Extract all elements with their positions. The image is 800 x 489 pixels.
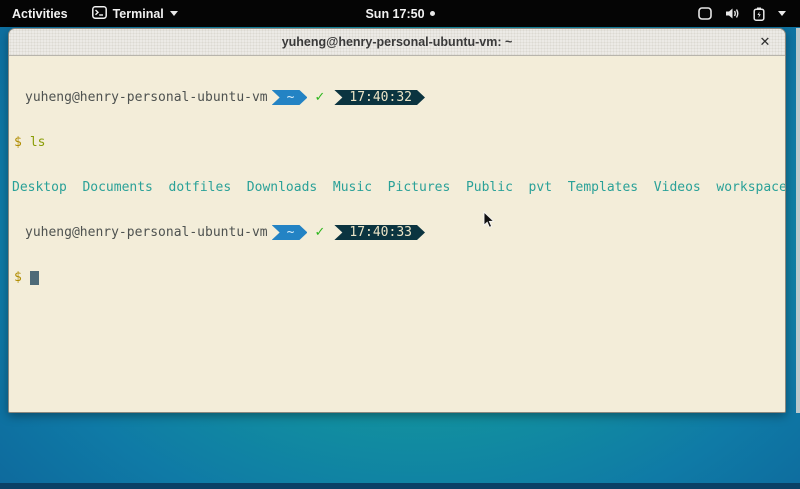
notification-dot bbox=[430, 11, 435, 16]
prompt-symbol: $ bbox=[14, 270, 22, 285]
background-window-edge bbox=[796, 28, 800, 413]
terminal-icon bbox=[92, 6, 107, 22]
chevron-down-icon bbox=[778, 11, 786, 16]
command-line: $ ls bbox=[12, 135, 782, 150]
prompt-time: 17:40:33 bbox=[349, 225, 412, 240]
prompt-user-host: yuheng@henry-personal-ubuntu-vm bbox=[12, 90, 268, 105]
app-menu-terminal[interactable]: Terminal bbox=[80, 0, 190, 27]
desktop-bottom-band bbox=[0, 483, 800, 489]
input-line: $ bbox=[12, 270, 782, 285]
prompt-user-host: yuheng@henry-personal-ubuntu-vm bbox=[12, 225, 268, 240]
top-bar: Activities Terminal Sun 17:50 bbox=[0, 0, 800, 27]
prompt-time-segment: 17:40:33 bbox=[334, 225, 425, 240]
clock[interactable]: Sun 17:50 bbox=[365, 7, 424, 21]
prompt-path-segment: ~ bbox=[272, 225, 308, 240]
prompt-time-segment: 17:40:32 bbox=[334, 90, 425, 105]
chevron-down-icon bbox=[170, 11, 178, 16]
window-titlebar[interactable]: yuheng@henry-personal-ubuntu-vm: ~ ✕ bbox=[9, 29, 785, 56]
system-status-area[interactable] bbox=[684, 0, 800, 27]
activities-button[interactable]: Activities bbox=[0, 0, 80, 27]
window-title: yuheng@henry-personal-ubuntu-vm: ~ bbox=[282, 35, 513, 49]
battery-charging-icon bbox=[753, 7, 765, 21]
prompt-status-check-icon: ✓ bbox=[314, 225, 325, 240]
terminal-cursor bbox=[30, 271, 39, 285]
activities-label: Activities bbox=[12, 7, 68, 21]
display-icon bbox=[698, 7, 712, 20]
app-menu-label: Terminal bbox=[113, 7, 164, 21]
prompt-path: ~ bbox=[287, 90, 295, 105]
mouse-cursor bbox=[483, 211, 495, 234]
prompt-symbol: $ bbox=[14, 135, 22, 150]
prompt-path-segment: ~ bbox=[272, 90, 308, 105]
prompt-time: 17:40:32 bbox=[349, 90, 412, 105]
terminal-window: yuheng@henry-personal-ubuntu-vm: ~ ✕ yuh… bbox=[8, 28, 786, 413]
prompt-status-check-icon: ✓ bbox=[314, 90, 325, 105]
volume-icon bbox=[725, 7, 740, 20]
prompt-line-1: yuheng@henry-personal-ubuntu-vm ~ ✓ 17:4… bbox=[12, 90, 782, 105]
close-button[interactable]: ✕ bbox=[754, 29, 776, 56]
prompt-line-2: yuheng@henry-personal-ubuntu-vm ~ ✓ 17:4… bbox=[12, 225, 782, 240]
terminal-content[interactable]: yuheng@henry-personal-ubuntu-vm ~ ✓ 17:4… bbox=[9, 56, 785, 412]
prompt-path: ~ bbox=[287, 225, 295, 240]
ls-output-line: Desktop Documents dotfiles Downloads Mus… bbox=[12, 180, 782, 195]
command-text: ls bbox=[30, 135, 46, 150]
